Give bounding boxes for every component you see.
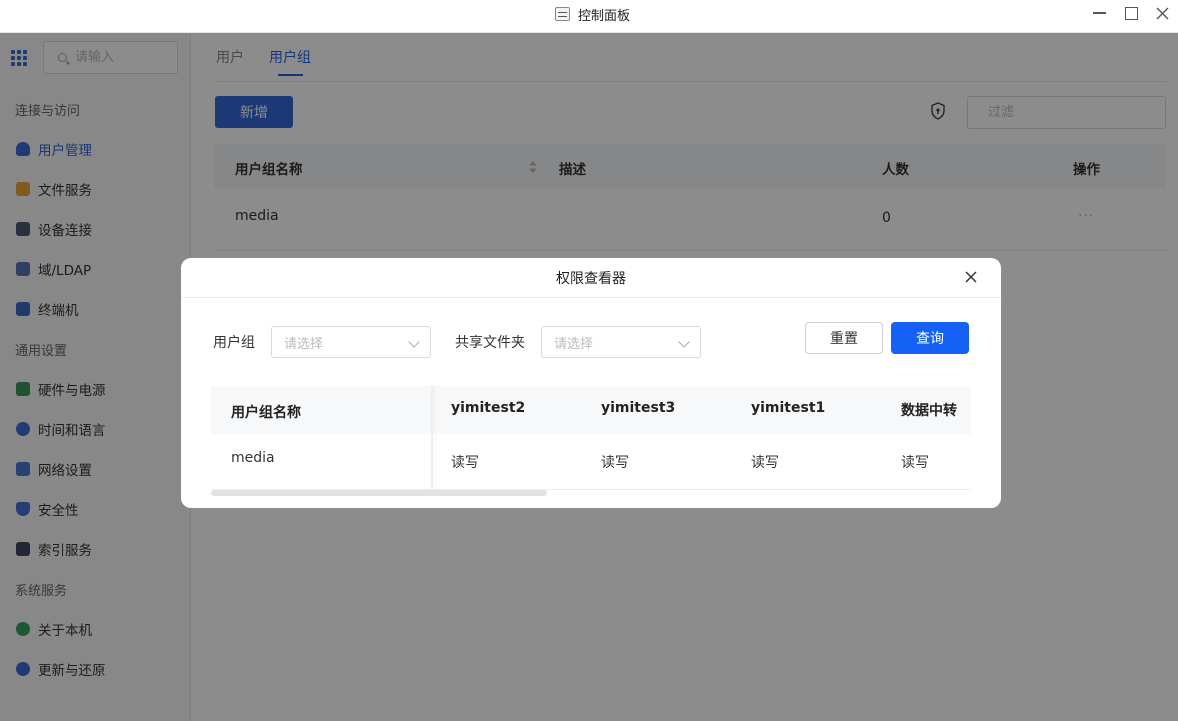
control-panel-icon <box>555 7 570 21</box>
cell-perm-yimitest3: 读写 <box>601 455 629 471</box>
maximize-icon <box>1124 6 1138 20</box>
cell-group-name: media <box>231 450 275 466</box>
shared-folder-label: 共享文件夹 <box>455 335 525 351</box>
dialog-header: 权限查看器 <box>181 258 1001 298</box>
title-bar: 控制面板 <box>0 0 1178 33</box>
cell-perm-data-transfer: 读写 <box>901 455 929 471</box>
dialog-title: 权限查看器 <box>556 271 626 287</box>
chevron-down-icon <box>408 336 420 348</box>
col-folder-yimitest3: yimitest3 <box>601 400 676 416</box>
close-icon[interactable] <box>964 270 978 284</box>
permission-table: 用户组名称 yimitest2 yimitest3 yimitest1 数据中转… <box>211 386 971 490</box>
user-group-select[interactable]: 请选择 <box>271 326 431 358</box>
shared-folder-select-placeholder: 请选择 <box>554 336 594 352</box>
minimize-button[interactable] <box>1088 4 1110 22</box>
user-group-select-placeholder: 请选择 <box>284 336 324 352</box>
close-window-button[interactable] <box>1151 4 1173 22</box>
horizontal-scrollbar[interactable] <box>211 490 547 496</box>
col-group-name: 用户组名称 <box>231 405 301 421</box>
fixed-column-divider <box>431 386 433 490</box>
window-title-group: 控制面板 <box>555 5 631 24</box>
chevron-down-icon <box>678 336 690 348</box>
minimize-icon <box>1092 12 1106 14</box>
shared-folder-select[interactable]: 请选择 <box>541 326 701 358</box>
maximize-button[interactable] <box>1120 4 1142 22</box>
reset-button[interactable]: 重置 <box>805 322 883 354</box>
permission-table-fixed-header: 用户组名称 <box>211 386 431 434</box>
col-folder-yimitest1: yimitest1 <box>751 400 826 416</box>
permission-table-scroll-header: yimitest2 yimitest3 yimitest1 数据中转 <box>432 386 971 434</box>
col-folder-yimitest2: yimitest2 <box>451 400 526 416</box>
close-icon <box>1156 7 1168 19</box>
cell-perm-yimitest2: 读写 <box>451 455 479 471</box>
permission-viewer-dialog: 权限查看器 用户组 请选择 共享文件夹 请选择 重置 查询 用户组名称 yimi… <box>181 258 1001 508</box>
cell-perm-yimitest1: 读写 <box>751 455 779 471</box>
user-group-label: 用户组 <box>213 335 255 351</box>
query-button[interactable]: 查询 <box>891 322 969 354</box>
window-title: 控制面板 <box>578 8 631 24</box>
col-folder-data-transfer: 数据中转 <box>901 403 957 419</box>
